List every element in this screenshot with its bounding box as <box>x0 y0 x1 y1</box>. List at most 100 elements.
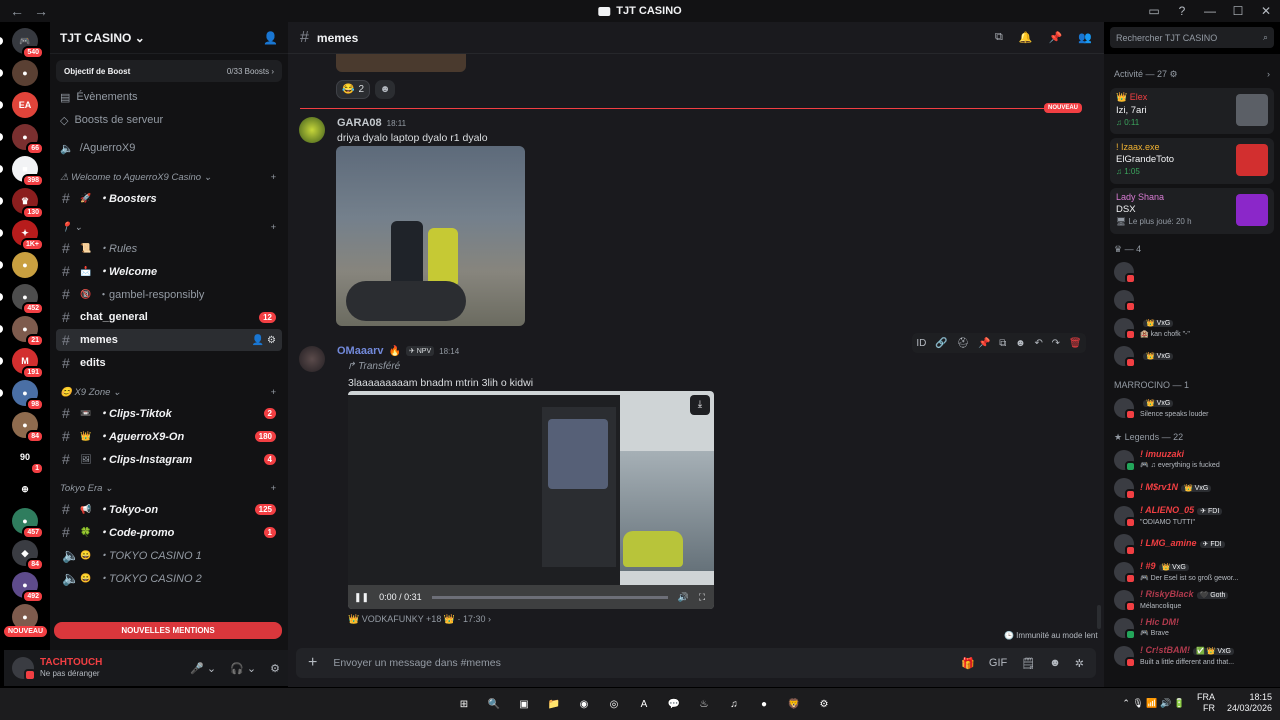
voice-channel-top[interactable]: 🔈 /AguerroX9 <box>50 137 288 159</box>
reply-icon[interactable]: ↶ <box>1034 338 1042 349</box>
spotify-icon[interactable]: ♫ <box>724 694 744 714</box>
member-item[interactable]: 👑 VxG Silence speaks louder <box>1104 394 1280 422</box>
category-header[interactable]: 📍 ⌄ + <box>50 217 288 237</box>
video-player[interactable]: ⤓ ❚❚ 0:00 / 0:31 🔊 ⛶ <box>348 391 714 609</box>
emoji-icon[interactable]: ☻ <box>1049 657 1061 670</box>
sticker-icon[interactable]: 🗒 <box>1021 657 1035 670</box>
delete-icon[interactable]: 🗑 <box>1069 338 1082 349</box>
video-progress[interactable] <box>431 595 668 599</box>
events-item[interactable]: ▤ Évènements <box>50 86 288 108</box>
avatar[interactable] <box>299 117 325 143</box>
channel-tokyo-casino-1[interactable]: 🔈 😀 ・TOKYO CASINO 1 <box>56 544 282 566</box>
server-boosts-item[interactable]: ◇ Boosts de serveur <box>50 109 288 131</box>
pin-icon[interactable]: 📌 <box>978 338 990 349</box>
new-mentions-bar[interactable]: NOUVELLES MENTIONS <box>54 622 282 639</box>
reply-preview[interactable]: 👑 VODKAFUNKY +18 👑 · 17:30 › <box>348 614 491 625</box>
brave-icon[interactable]: 🦁 <box>784 694 804 714</box>
member-item[interactable]: 👑 VxG <box>1104 342 1280 370</box>
app-icon[interactable]: ● <box>754 694 774 714</box>
channel-memes[interactable]: # memes 👤 ⚙ <box>56 329 282 351</box>
channel-edits[interactable]: # edits <box>56 352 282 374</box>
channel-clips-tiktok[interactable]: # 📼 ・Clips-Tiktok 2 <box>56 402 282 424</box>
chrome-icon[interactable]: ◉ <box>574 694 594 714</box>
invite-icon[interactable]: 👤 <box>263 31 278 45</box>
scrollbar[interactable] <box>1097 605 1101 629</box>
server-icon[interactable]: 90 1 <box>12 444 44 475</box>
server-icon[interactable]: ● 21 <box>0 316 44 347</box>
activity-card[interactable]: ! Izaax.exe ElGrandeToto ♫ 1:05 <box>1110 138 1274 184</box>
member-item[interactable]: ! ALIENO_05 ✈ FDI "ODIAMO TUTTI" <box>1104 502 1280 530</box>
volume-icon[interactable]: 🔊 <box>678 592 689 603</box>
attach-plus-icon[interactable]: + <box>308 654 317 672</box>
forward-arrow-icon[interactable]: → <box>34 3 48 19</box>
copy-id-icon[interactable]: ID <box>916 338 926 349</box>
member-item[interactable]: ! #9 👑 VxG 🎮 Der Esel ist so groß gewor... <box>1104 558 1280 586</box>
add-reaction-button[interactable]: ☻ <box>375 80 395 99</box>
task-view-icon[interactable]: ▣ <box>514 694 534 714</box>
app-icon[interactable]: ⛑ <box>956 338 969 349</box>
headset-icon[interactable]: 🎧 ⌄ <box>230 662 256 675</box>
member-item[interactable]: ! RiskyBlack 🖤 Goth Mélancolique <box>1104 586 1280 614</box>
add-channel-icon[interactable]: + <box>270 222 276 233</box>
channel-tokyo-casino-2[interactable]: 🔈 😀 ・TOKYO CASINO 2 <box>56 567 282 589</box>
message-composer[interactable]: + Envoyer un message dans #memes 🎁 GIF 🗒… <box>296 648 1096 678</box>
steam-icon[interactable]: ♨ <box>694 694 714 714</box>
pause-icon[interactable]: ❚❚ <box>354 592 369 603</box>
forward-icon[interactable]: ↷ <box>1052 338 1060 349</box>
member-item[interactable] <box>1104 258 1280 286</box>
server-icon[interactable]: EA <box>0 92 38 118</box>
bell-icon[interactable]: 🔔 <box>1019 31 1033 44</box>
channel-clips-instagram[interactable]: # 🖼 ・Clips-Instagram 4 <box>56 448 282 470</box>
start-icon[interactable]: ⊞ <box>454 694 474 714</box>
add-reaction-icon[interactable]: ☻ <box>1015 338 1026 349</box>
clock[interactable]: 18:15 24/03/2026 <box>1227 692 1272 714</box>
channel-code-promo[interactable]: # 🍀 ・Code-promo 1 <box>56 521 282 543</box>
boost-goal[interactable]: Objectif de Boost 0/33 Boosts › <box>56 60 282 82</box>
language-indicator[interactable]: FRA FR <box>1197 692 1215 714</box>
category-header[interactable]: 😊 X9 Zone ⌄ + <box>50 382 288 402</box>
server-icon[interactable]: ✦ 1K+ <box>0 220 44 251</box>
opera-icon[interactable]: ◎ <box>604 694 624 714</box>
folder-icon[interactable]: 📁 <box>544 694 564 714</box>
channel-settings-icon[interactable]: 👤 ⚙ <box>252 335 276 346</box>
member-item[interactable]: ! Hic DM! 🎮 Brave <box>1104 614 1280 642</box>
member-item[interactable] <box>1104 286 1280 314</box>
member-item[interactable]: ! LMG_amine ✈ FDI <box>1104 530 1280 558</box>
microphone-icon[interactable]: 🎤 ⌄ <box>190 662 216 675</box>
channel-boosters[interactable]: # 🚀 ・Boosters <box>56 187 282 209</box>
category-header[interactable]: ⚠ Welcome to AguerroX9 Casino ⌄ + <box>50 167 288 187</box>
maximize-button[interactable]: ☐ <box>1224 4 1252 18</box>
add-channel-icon[interactable]: + <box>270 483 276 494</box>
fullscreen-icon[interactable]: ⛶ <box>699 592 705 603</box>
minimize-button[interactable]: — <box>1196 4 1224 18</box>
avatar[interactable] <box>299 346 325 372</box>
channel-aguerrox9-on[interactable]: # 👑 ・AguerroX9-On 180 <box>56 425 282 447</box>
author-name[interactable]: OMaaarv <box>337 345 383 357</box>
help-icon[interactable]: ? <box>1168 4 1196 18</box>
server-icon[interactable]: ● 98 <box>0 380 44 411</box>
category-header[interactable]: Tokyo Era ⌄ + <box>50 478 288 498</box>
server-icon[interactable]: ● <box>0 60 38 86</box>
member-item[interactable]: 👑 VxG 🏨 kan chofk "-" <box>1104 314 1280 342</box>
member-list-icon[interactable]: 👥 <box>1078 31 1092 44</box>
activity-card[interactable]: 👑 Elex Izi, 7ari ♫ 0:11 <box>1110 88 1274 134</box>
server-icon[interactable]: ● 452 <box>0 284 44 315</box>
server-icon[interactable]: ● <box>0 252 38 278</box>
channel-gambel-responsibly[interactable]: # 🔞 ・gambel-responsibly <box>56 283 282 305</box>
acrobat-icon[interactable]: A <box>634 694 654 714</box>
discord-icon[interactable]: 💬 <box>664 694 684 714</box>
add-channel-icon[interactable]: + <box>270 172 276 183</box>
pin-icon[interactable]: 📌 <box>1049 31 1063 44</box>
avatar[interactable] <box>12 657 36 681</box>
chevron-right-icon[interactable]: › <box>1267 69 1270 79</box>
server-icon[interactable]: ♛ 130 <box>0 188 44 219</box>
member-item[interactable]: ! imuuzaki 🎮 ♫ everything is fucked <box>1104 446 1280 474</box>
activity-card[interactable]: Lady Shana DSX 🖥 Le plus joué: 20 h <box>1110 188 1274 234</box>
server-icon[interactable]: ◆ 84 <box>12 540 44 571</box>
member-item[interactable]: ! Cr!stBAM! ✅ 👑 VxG Built a little differe… <box>1104 642 1280 670</box>
settings-icon[interactable]: ⚙ <box>814 694 834 714</box>
server-icon[interactable]: ⊕ <box>12 476 38 502</box>
member-item[interactable]: ! M$rv1N 👑 VxG <box>1104 474 1280 502</box>
gift-icon[interactable]: 🎁 <box>961 657 975 670</box>
server-icon[interactable]: ● 66 <box>0 124 44 155</box>
